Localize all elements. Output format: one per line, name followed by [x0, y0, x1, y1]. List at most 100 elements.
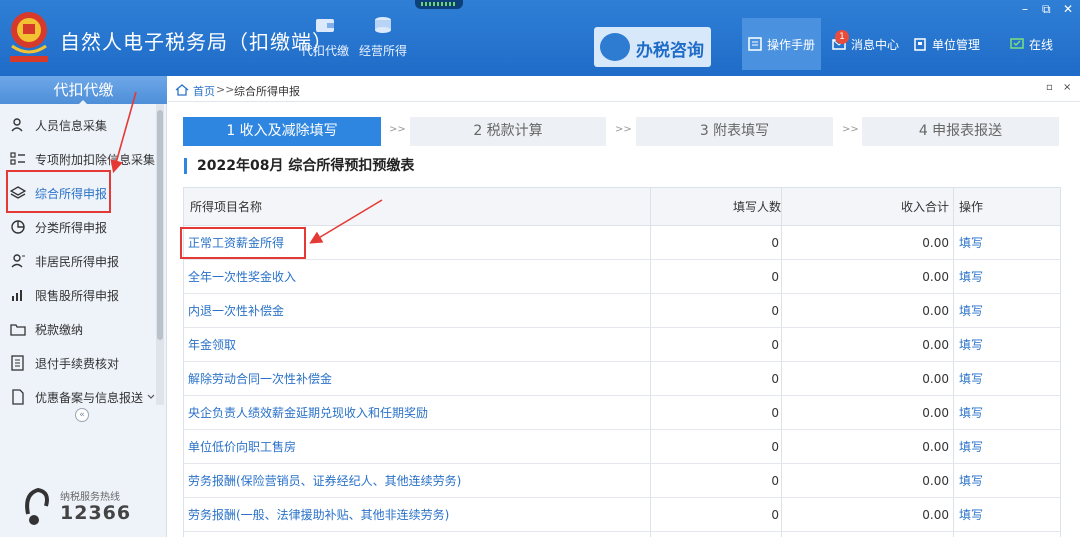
- list-icon: [10, 152, 25, 165]
- fill-action-link[interactable]: 填写: [959, 294, 983, 328]
- fill-action-link[interactable]: 填写: [959, 430, 983, 464]
- filled-count-cell: 0: [771, 236, 779, 250]
- step-arrow: >>: [389, 124, 406, 135]
- income-item-name-link[interactable]: 央企负责人绩效薪金延期兑现收入和任期奖励: [188, 396, 428, 430]
- wallet-icon: [316, 19, 334, 32]
- income-total-cell: 0.00: [922, 440, 949, 454]
- online-status-label: 在线: [1029, 37, 1054, 52]
- collapse-sidebar-button[interactable]: «: [75, 408, 89, 422]
- document-icon: [11, 355, 24, 371]
- sidebar-item-label: 分类所得申报: [35, 220, 108, 235]
- nav-withholding-label: 代扣代缴: [300, 44, 349, 58]
- sidebar-item-label: 非居民所得申报: [35, 254, 120, 269]
- close-button[interactable]: ✕: [1063, 2, 1073, 16]
- breadcrumb-separator: >>: [216, 83, 235, 96]
- income-total-cell: 0.00: [922, 270, 949, 284]
- income-item-name-link[interactable]: 内退一次性补偿金: [188, 294, 284, 328]
- sidebar-item-nonresident-income[interactable]: 非居民所得申报: [0, 244, 155, 278]
- manual-label: 操作手册: [767, 37, 816, 52]
- income-item-name-link[interactable]: 年金领取: [188, 328, 236, 362]
- filled-count-cell: 0: [771, 338, 779, 352]
- step-submit-report[interactable]: 4 申报表报送: [862, 117, 1059, 146]
- income-total-cell: 0.00: [922, 372, 949, 386]
- step-income-deduction[interactable]: 1 收入及减除填写: [183, 117, 381, 146]
- sidebar-item-label: 退付手续费核对: [35, 356, 120, 371]
- manual-icon: [748, 37, 762, 51]
- income-item-name-link[interactable]: 解除劳动合同一次性补偿金: [188, 362, 332, 396]
- income-item-name-link[interactable]: 全年一次性奖金收入: [188, 260, 296, 294]
- user-outline-icon: [11, 254, 25, 268]
- column-header-item-name: 所得项目名称: [184, 188, 650, 226]
- sidebar-scroll-thumb[interactable]: [157, 110, 163, 340]
- sidebar-item-label: 优惠备案与信息报送: [35, 390, 144, 405]
- table-row: 全年一次性奖金收入 0 0.00 填写: [184, 260, 1060, 294]
- page-title: 2022年08月 综合所得预扣预缴表: [184, 158, 414, 174]
- income-total-cell: 0.00: [922, 474, 949, 488]
- income-table: 所得项目名称 填写人数 收入合计 操作 正常工资薪金所得 0 0.00 填写 全年一次性…: [183, 187, 1061, 537]
- app-header: 自然人电子税务局（扣缴端） 代扣代缴 经营所得 办税咨询 操作手册 消息中心 1…: [0, 0, 1080, 76]
- restore-button[interactable]: ⧉: [1042, 2, 1051, 17]
- chevron-down-icon: [147, 394, 155, 399]
- sidebar-item-refund-fee-check[interactable]: 退付手续费核对: [0, 346, 155, 380]
- sidebar-item-restricted-shares[interactable]: 限售股所得申报: [0, 278, 155, 312]
- sidebar-item-label: 限售股所得申报: [35, 288, 120, 303]
- folder-icon: [10, 324, 26, 336]
- breadcrumb-current: 综合所得申报: [234, 85, 300, 98]
- minimize-button[interactable]: –: [1022, 2, 1028, 16]
- sidebar-item-classified-income[interactable]: 分类所得申报: [0, 210, 155, 244]
- sidebar-item-tax-payment[interactable]: 税款缴纳: [0, 312, 155, 346]
- message-count-badge: 1: [835, 30, 849, 44]
- table-row: 内退一次性补偿金 0 0.00 填写: [184, 294, 1060, 328]
- fill-action-link[interactable]: 填写: [959, 498, 983, 532]
- income-total-cell: 0.00: [922, 508, 949, 522]
- annotation-highlight-menu: [6, 170, 111, 213]
- window-drag-handle[interactable]: [415, 0, 463, 9]
- panel-restore-button[interactable]: ▫: [1046, 82, 1053, 93]
- fill-action-link[interactable]: 填写: [959, 260, 983, 294]
- income-item-name-link[interactable]: 劳务报酬(一般、法律援助补贴、其他非连续劳务): [188, 498, 449, 532]
- chat-bubble-icon: [600, 33, 630, 61]
- bar-chart-icon: [12, 290, 22, 301]
- breadcrumb: 首页 >> 综合所得申报 ▫ ×: [168, 78, 1080, 102]
- step-schedule-fill[interactable]: 3 附表填写: [636, 117, 833, 146]
- message-center-label: 消息中心: [851, 37, 900, 52]
- sidebar-title-text: 代扣代缴: [53, 81, 114, 99]
- table-row: 劳务报酬(保险营销员、证券经纪人、其他连续劳务) 0 0.00 填写: [184, 464, 1060, 498]
- breadcrumb-home-link[interactable]: 首页: [193, 83, 215, 99]
- building-icon: [914, 38, 926, 51]
- table-row: 央企负责人绩效薪金延期兑现收入和任期奖励 0 0.00 填写: [184, 396, 1060, 430]
- fill-action-link[interactable]: 填写: [959, 226, 983, 260]
- unit-management-button[interactable]: 单位管理: [907, 18, 986, 70]
- table-row: 劳务报酬(一般、法律援助补贴、其他非连续劳务) 0 0.00 填写: [184, 498, 1060, 532]
- column-header-income: 收入合计: [815, 188, 955, 226]
- step-arrow: >>: [842, 124, 859, 135]
- fill-action-link[interactable]: 填写: [959, 464, 983, 498]
- filled-count-cell: 0: [771, 372, 779, 386]
- nav-withholding[interactable]: 代扣代缴: [295, 14, 355, 70]
- tax-consult-button[interactable]: 办税咨询: [594, 27, 711, 67]
- fill-action-link[interactable]: 填写: [959, 396, 983, 430]
- hotline-number: 12366: [60, 502, 132, 524]
- fill-action-link[interactable]: 填写: [959, 328, 983, 362]
- hotline-label: 纳税服务热线: [60, 492, 120, 503]
- income-item-name-link[interactable]: 单位低价向职工售房: [188, 430, 296, 464]
- nav-business-income[interactable]: 经营所得: [353, 14, 413, 70]
- sidebar-item-label: 人员信息采集: [35, 118, 108, 133]
- online-status-button[interactable]: 在线: [1004, 18, 1059, 70]
- coins-icon: [375, 17, 391, 33]
- column-header-count: 填写人数: [650, 188, 815, 226]
- filled-count-cell: 0: [771, 508, 779, 522]
- service-hotline: 纳税服务热线 12366: [20, 484, 160, 532]
- panel-close-button[interactable]: ×: [1063, 82, 1071, 93]
- home-icon: [175, 84, 189, 96]
- sidebar-title: 代扣代缴: [0, 76, 167, 105]
- column-header-action: 操作: [955, 188, 1060, 226]
- sidebar-item-personnel-info[interactable]: 人员信息采集: [0, 108, 155, 142]
- step-arrow: >>: [615, 124, 632, 135]
- manual-button[interactable]: 操作手册: [742, 18, 822, 70]
- message-center-button[interactable]: 消息中心: [826, 18, 905, 70]
- step-tax-calculation[interactable]: 2 税款计算: [410, 117, 606, 146]
- fill-action-link[interactable]: 填写: [959, 362, 983, 396]
- income-item-name-link[interactable]: 劳务报酬(保险营销员、证券经纪人、其他连续劳务): [188, 464, 461, 498]
- income-total-cell: 0.00: [922, 406, 949, 420]
